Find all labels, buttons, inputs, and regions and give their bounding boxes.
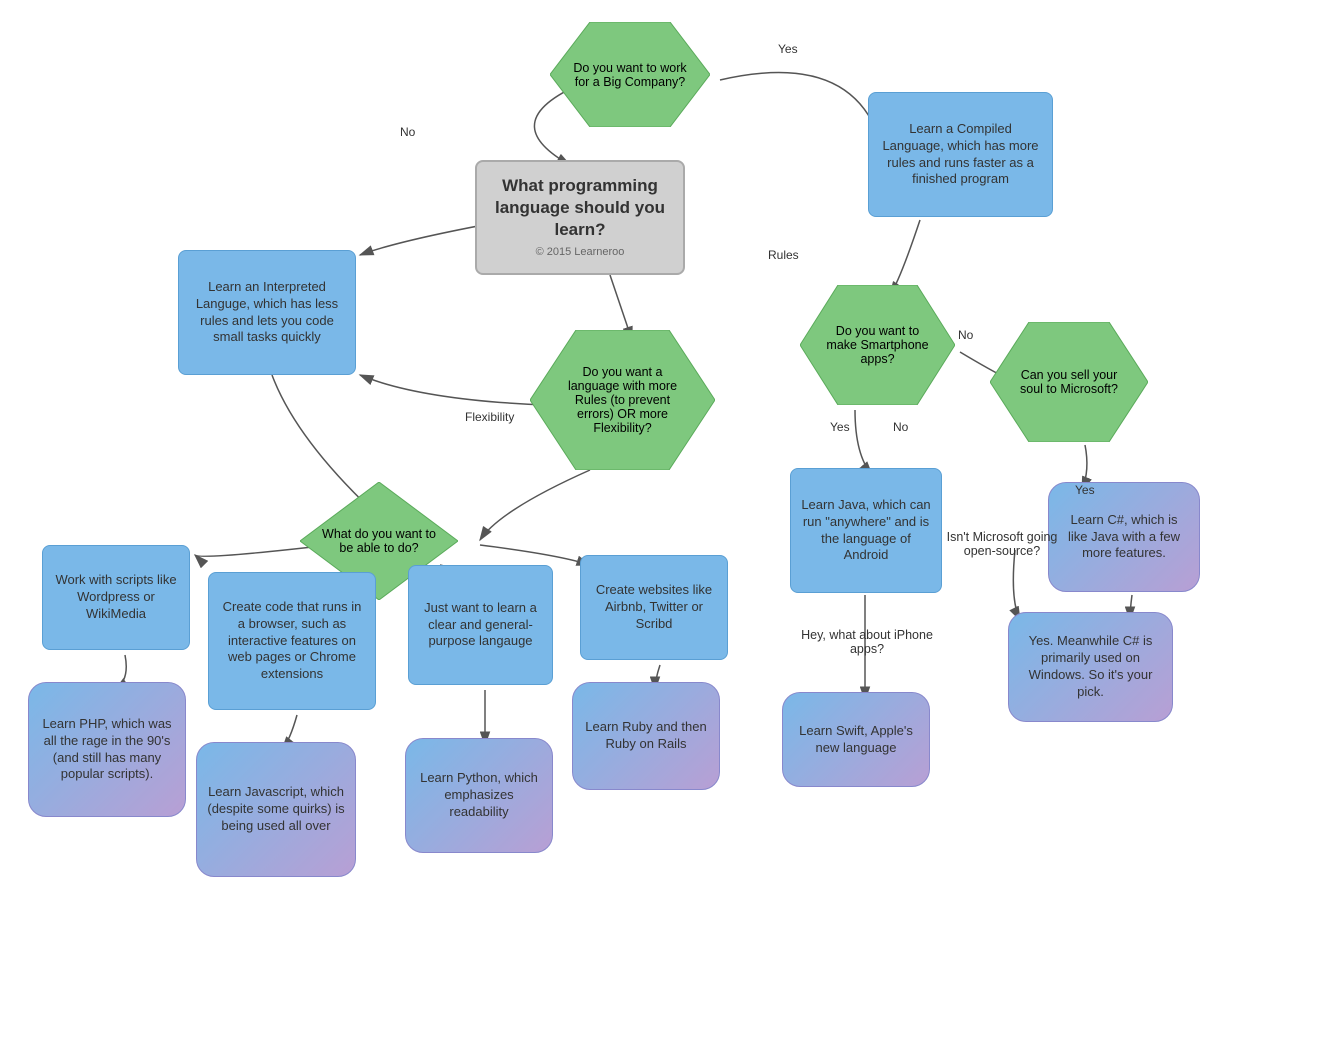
iphone-apps-note: Hey, what about iPhone apps? (798, 628, 936, 656)
label-yes-sell: Yes (1075, 483, 1095, 497)
learn-ruby-node: Learn Ruby and then Ruby on Rails (572, 682, 720, 790)
what-do-text: What do you want to be able to do? (300, 519, 458, 563)
learn-php-node: Learn PHP, which was all the rage in the… (28, 682, 186, 817)
create-websites-node: Create websites like Airbnb, Twitter or … (580, 555, 728, 660)
create-websites-text: Create websites like Airbnb, Twitter or … (591, 582, 717, 633)
learn-java-text: Learn Java, which can run "anywhere" and… (801, 497, 931, 565)
learn-swift-text: Learn Swift, Apple's new language (793, 723, 919, 757)
smartphone-node: Do you want to make Smartphone apps? (800, 285, 955, 405)
browser-code-node: Create code that runs in a browser, such… (208, 572, 376, 710)
browser-code-text: Create code that runs in a browser, such… (219, 599, 365, 683)
learn-python-node: Learn Python, which emphasizes readabili… (405, 738, 553, 853)
big-company-text: Do you want to work for a Big Company? (550, 53, 710, 97)
clear-lang-node: Just want to learn a clear and general-p… (408, 565, 553, 685)
learn-java-node: Learn Java, which can run "anywhere" and… (790, 468, 942, 593)
smartphone-text: Do you want to make Smartphone apps? (800, 316, 955, 374)
sell-soul-text: Can you sell your soul to Microsoft? (990, 360, 1148, 404)
interpreted-lang-node: Learn an Interpreted Languge, which has … (178, 250, 356, 375)
learn-python-text: Learn Python, which emphasizes readabili… (416, 770, 542, 821)
wordpress-node: Work with scripts like Wordpress or Wiki… (42, 545, 190, 650)
compiled-lang-node: Learn a Compiled Language, which has mor… (868, 92, 1053, 217)
wordpress-text: Work with scripts like Wordpress or Wiki… (53, 572, 179, 623)
compiled-lang-text: Learn a Compiled Language, which has mor… (879, 121, 1042, 189)
rules-or-flex-node: Do you want a language with more Rules (… (530, 330, 715, 470)
learn-javascript-node: Learn Javascript, which (despite some qu… (196, 742, 356, 877)
main-question-node: What programming language should you lea… (475, 160, 685, 275)
sell-soul-node: Can you sell your soul to Microsoft? (990, 322, 1148, 442)
learn-csharp-text: Learn C#, which is like Java with a few … (1059, 512, 1189, 563)
diagram-container: What programming language should you lea… (0, 0, 1325, 1045)
label-yes-big: Yes (778, 42, 798, 56)
csharp-windows-text: Yes. Meanwhile C# is primarily used on W… (1019, 633, 1162, 701)
label-no-big: No (400, 125, 415, 139)
csharp-windows-node: Yes. Meanwhile C# is primarily used on W… (1008, 612, 1173, 722)
big-company-node: Do you want to work for a Big Company? (550, 22, 710, 127)
main-question-text: What programming language should you lea… (489, 175, 671, 241)
interpreted-lang-text: Learn an Interpreted Languge, which has … (189, 279, 345, 347)
label-flexibility: Flexibility (465, 410, 514, 424)
rules-or-flex-text: Do you want a language with more Rules (… (530, 357, 715, 443)
microsoft-open-note: Isn't Microsoft going open-source? (942, 530, 1062, 558)
learn-javascript-text: Learn Javascript, which (despite some qu… (207, 784, 345, 835)
clear-lang-text: Just want to learn a clear and general-p… (419, 600, 542, 651)
label-yes-java: Yes (830, 420, 850, 434)
learn-swift-node: Learn Swift, Apple's new language (782, 692, 930, 787)
label-no-java: No (893, 420, 908, 434)
learn-csharp-node: Learn C#, which is like Java with a few … (1048, 482, 1200, 592)
label-no-smartphone: No (958, 328, 973, 342)
learn-ruby-text: Learn Ruby and then Ruby on Rails (583, 719, 709, 753)
copyright-text: © 2015 Learneroo (489, 245, 671, 259)
label-rules: Rules (768, 248, 799, 262)
learn-php-text: Learn PHP, which was all the rage in the… (39, 716, 175, 784)
